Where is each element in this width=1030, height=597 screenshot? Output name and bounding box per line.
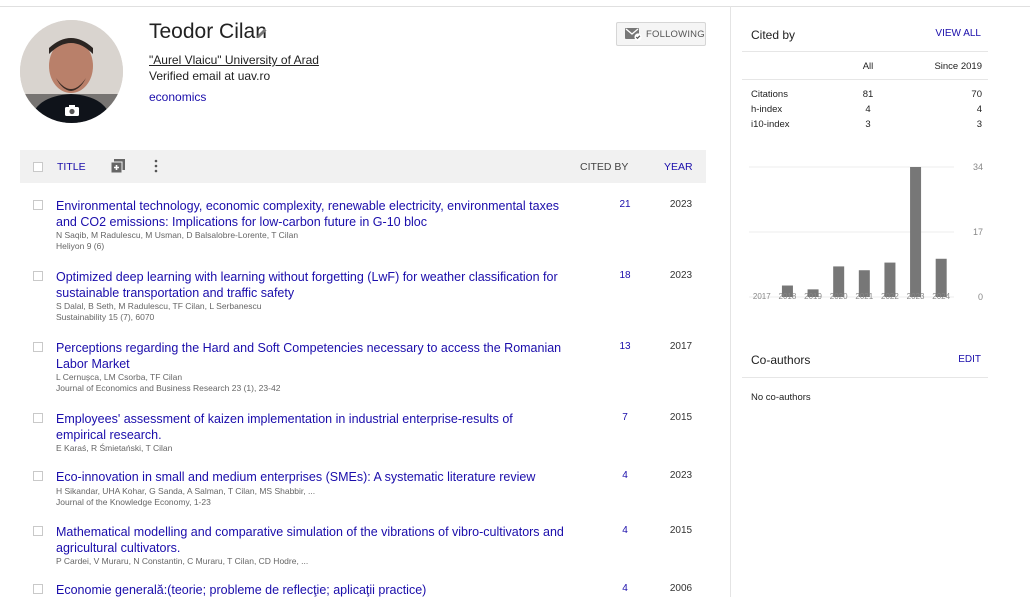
article-cited-by-link[interactable]: 21 — [610, 199, 640, 210]
select-all-checkbox[interactable] — [33, 162, 43, 172]
view-all-link[interactable]: VIEW ALL — [935, 28, 981, 39]
article-year: 2023 — [669, 470, 693, 481]
stat-h-index-since: 4 — [976, 104, 982, 115]
no-coauthors-text: No co-authors — [751, 392, 811, 403]
top-divider — [0, 6, 1030, 7]
article-title-link[interactable]: Optimized deep learning with learning wi… — [56, 269, 566, 301]
stat-i10-index-all: 3 — [865, 119, 871, 130]
article-row: Perceptions regarding the Hard and Soft … — [20, 340, 706, 402]
x-tick-label: 2024 — [932, 292, 950, 301]
article-title-link[interactable]: Eco-innovation in small and medium enter… — [56, 469, 566, 485]
article-cited-by-link[interactable]: 18 — [610, 270, 640, 281]
article-venue: Journal of Economics and Business Resear… — [56, 383, 281, 393]
stat-label-h-index: h-index — [751, 104, 783, 115]
interest-link[interactable]: economics — [149, 90, 206, 104]
coauthors-title: Co-authors — [751, 353, 811, 367]
article-cited-by-link[interactable]: 7 — [610, 412, 640, 423]
article-row: Employees' assessment of kaizen implemen… — [20, 411, 706, 459]
article-year: 2017 — [669, 341, 693, 352]
x-tick-label: 2019 — [804, 292, 822, 301]
article-row: Environmental technology, economic compl… — [20, 198, 706, 260]
article-venue: Sustainability 15 (7), 6070 — [56, 312, 155, 322]
x-tick-label: 2017 — [753, 292, 771, 301]
y-tick-label: 34 — [973, 162, 983, 172]
affiliation-link[interactable]: "Aurel Vlaicu" University of Arad — [149, 53, 319, 67]
article-year: 2015 — [669, 412, 693, 423]
camera-icon[interactable] — [64, 104, 80, 117]
stat-label-citations: Citations — [751, 89, 788, 100]
article-authors: H Sikandar, UHA Kohar, G Sanda, A Salman… — [56, 486, 316, 496]
article-checkbox[interactable] — [33, 342, 43, 352]
sidebar-divider — [730, 6, 731, 597]
stat-label-i10-index: i10-index — [751, 119, 790, 130]
article-authors: E Karaś, R Śmietański, T Cilan — [56, 443, 173, 453]
article-checkbox[interactable] — [33, 471, 43, 481]
citations-bar-chart: 34 17 0 2017 2018 2019 2020 2021 2022 2023 2024 — [749, 162, 983, 302]
article-checkbox[interactable] — [33, 413, 43, 423]
x-tick-label: 2022 — [881, 292, 899, 301]
articles-table-header: TITLE CITED BY YEAR — [20, 150, 706, 183]
col-header-since: Since 2019 — [934, 61, 982, 72]
article-cited-by-link[interactable]: 13 — [610, 341, 640, 352]
divider — [742, 51, 988, 52]
divider — [742, 79, 988, 80]
article-title-link[interactable]: Environmental technology, economic compl… — [56, 198, 566, 230]
article-checkbox[interactable] — [33, 526, 43, 536]
stat-citations-all: 81 — [862, 89, 874, 100]
col-header-all: All — [862, 61, 874, 72]
profile-name: Teodor Cilan — [149, 20, 267, 43]
article-checkbox[interactable] — [33, 584, 43, 594]
article-row: Optimized deep learning with learning wi… — [20, 269, 706, 331]
stat-citations-since: 70 — [971, 89, 982, 100]
y-tick-label: 0 — [978, 292, 983, 302]
follow-mail-icon — [624, 27, 642, 41]
title-sort-header[interactable]: TITLE — [57, 161, 86, 173]
more-options-icon[interactable] — [153, 159, 159, 173]
article-title-link[interactable]: Economie generală:(teorie; probleme de r… — [56, 582, 566, 597]
article-venue: Heliyon 9 (6) — [56, 241, 105, 251]
verified-email: Verified email at uav.ro — [149, 69, 271, 83]
article-cited-by-link[interactable]: 4 — [610, 525, 640, 536]
x-tick-label: 2018 — [779, 292, 797, 301]
article-year: 2023 — [669, 199, 693, 210]
cited-by-title: Cited by — [751, 28, 796, 42]
x-tick-label: 2020 — [830, 292, 848, 301]
edit-pencil-icon[interactable] — [255, 26, 269, 40]
article-year: 2015 — [669, 525, 693, 536]
article-cited-by-link[interactable]: 4 — [610, 583, 640, 594]
article-venue: Journal of the Knowledge Economy, 1-23 — [56, 497, 211, 507]
stat-h-index-all: 4 — [865, 104, 871, 115]
article-authors: N Saqib, M Radulescu, M Usman, D Balsalo… — [56, 230, 299, 240]
x-tick-label: 2023 — [907, 292, 925, 301]
article-authors: P Cardei, V Muraru, N Constantin, C Mura… — [56, 556, 309, 566]
stat-i10-index-since: 3 — [976, 119, 982, 130]
y-tick-label: 17 — [973, 227, 983, 237]
article-authors: S Dalal, B Seth, M Radulescu, TF Cilan, … — [56, 301, 262, 311]
article-authors: L Cernușca, LM Csorba, TF Cilan — [56, 372, 183, 382]
article-row: Economie generală:(teorie; probleme de r… — [20, 582, 706, 597]
article-checkbox[interactable] — [33, 200, 43, 210]
article-year: 2023 — [669, 270, 693, 281]
citation-bar-2023[interactable] — [910, 167, 922, 297]
article-title-link[interactable]: Perceptions regarding the Hard and Soft … — [56, 340, 566, 372]
profile-avatar[interactable] — [20, 20, 123, 123]
x-tick-label: 2021 — [855, 292, 873, 301]
following-label: FOLLOWING — [646, 28, 705, 40]
article-title-link[interactable]: Mathematical modelling and comparative s… — [56, 524, 566, 556]
article-row: Mathematical modelling and comparative s… — [20, 524, 706, 570]
divider — [742, 377, 988, 378]
coauthors-edit-link[interactable]: EDIT — [958, 354, 981, 365]
year-sort-header[interactable]: YEAR — [664, 161, 693, 173]
article-year: 2006 — [669, 583, 693, 594]
cited-by-sort-header[interactable]: CITED BY — [580, 161, 628, 173]
article-cited-by-link[interactable]: 4 — [610, 470, 640, 481]
article-checkbox[interactable] — [33, 271, 43, 281]
following-button[interactable]: FOLLOWING — [616, 22, 706, 46]
article-row: Eco-innovation in small and medium enter… — [20, 469, 706, 513]
article-title-link[interactable]: Employees' assessment of kaizen implemen… — [56, 411, 566, 443]
add-article-icon[interactable] — [110, 159, 125, 174]
